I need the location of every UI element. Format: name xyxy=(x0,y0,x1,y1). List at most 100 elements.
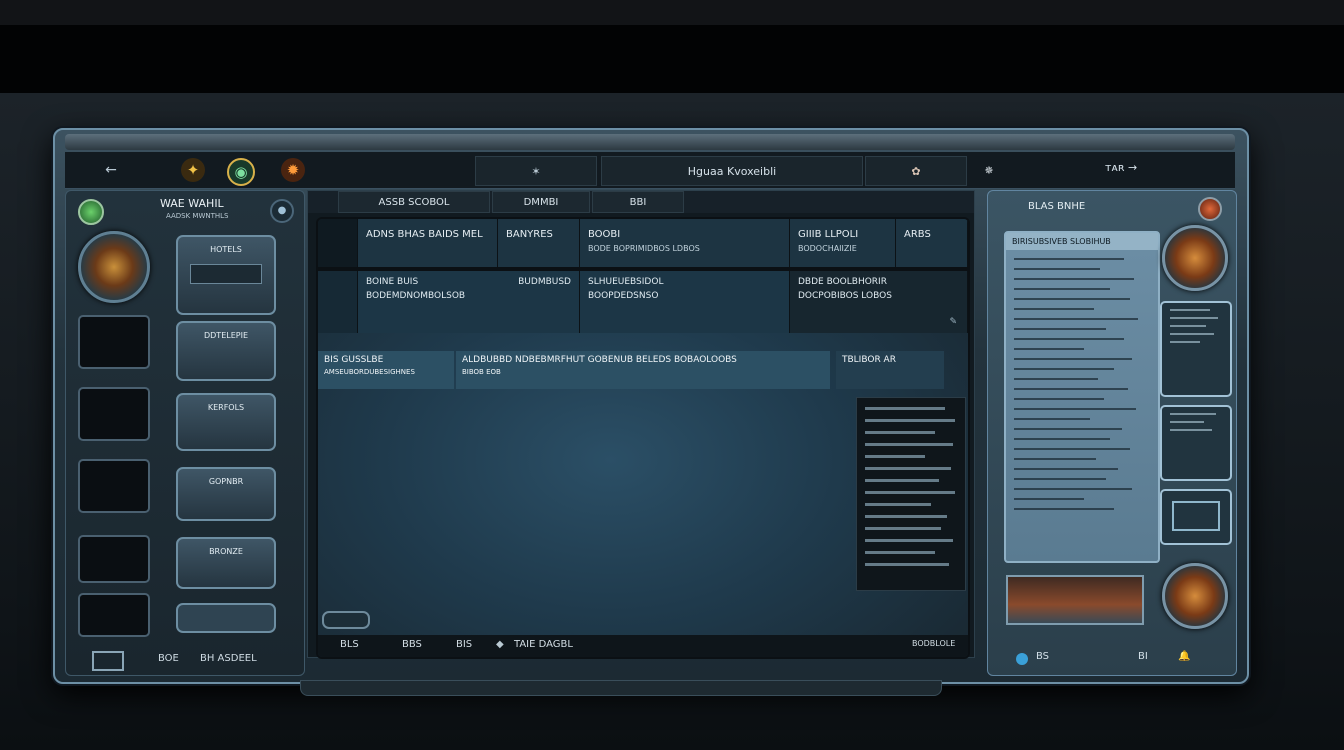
column-handle[interactable] xyxy=(318,219,358,267)
breadcrumb-label: BBI xyxy=(629,196,647,208)
text-line xyxy=(1014,458,1096,460)
left-panel-subtitle: AADSK MWNTHLS xyxy=(166,212,229,220)
text-line xyxy=(1170,333,1214,335)
menu-card[interactable]: GOPNBR xyxy=(176,467,276,521)
text-line xyxy=(1170,317,1218,319)
text-line xyxy=(1014,398,1104,400)
list-item[interactable]: BOINE BUIS BODEMDNOMBOLSOB BUDMBUSD xyxy=(358,271,580,333)
menu-card-label: HOTELS xyxy=(210,245,242,254)
menu-card[interactable]: BRONZE xyxy=(176,537,276,589)
mini-card[interactable] xyxy=(1160,301,1232,397)
footer-left-label[interactable]: BS xyxy=(1036,651,1049,662)
menu-card[interactable]: HOTELS xyxy=(176,235,276,315)
breadcrumb-item[interactable]: ASSB SCOBOL xyxy=(338,191,490,213)
footer-tab[interactable]: BIS xyxy=(456,639,472,650)
scene-preview-image xyxy=(1006,575,1144,625)
text-line xyxy=(865,419,955,422)
footer-right-label[interactable]: BI xyxy=(1138,651,1148,662)
column-title: ADNS BHAS BAIDS MEL xyxy=(366,229,483,240)
banner-segment[interactable]: BIS GUSSLBE AMSEUBORDUBESIGHNES xyxy=(318,351,454,389)
footer-left-label[interactable]: BOE xyxy=(158,653,179,664)
toolbar-segment-1[interactable]: ✶ xyxy=(475,156,597,186)
character-portrait-icon[interactable] xyxy=(78,231,150,303)
text-line xyxy=(1170,429,1212,431)
row-right: BUDMBUSD xyxy=(518,277,571,287)
mini-card[interactable] xyxy=(1160,489,1232,545)
text-line xyxy=(1014,288,1110,290)
text-line xyxy=(1014,338,1124,340)
main-view: ASSB SCOBOL DMMBI BBI ADNS BHAS BAIDS ME… xyxy=(307,190,975,659)
settings-orb-icon[interactable]: ● xyxy=(270,199,294,223)
footer-tab[interactable]: BLS xyxy=(340,639,359,650)
text-line xyxy=(1014,418,1090,420)
text-line xyxy=(1014,438,1110,440)
text-line xyxy=(865,515,947,518)
menu-card[interactable]: DDTELEPIE xyxy=(176,321,276,381)
bell-icon[interactable]: 🔔 xyxy=(1178,651,1190,662)
breadcrumb-item[interactable]: DMMBI xyxy=(492,191,590,213)
green-orb-icon[interactable] xyxy=(78,199,104,225)
column-header-row: ADNS BHAS BAIDS MEL BANYRES BOOBI BODE B… xyxy=(318,219,968,267)
creature-emblem-icon[interactable] xyxy=(1162,225,1228,291)
list-item[interactable]: SLHUEUEBSIDOL BOOPDEDSNSO xyxy=(580,271,790,333)
column-header[interactable]: GIIIB LLPOLI BODOCHAIIZIE xyxy=(790,219,896,267)
inventory-slot[interactable] xyxy=(78,459,150,513)
back-arrow-icon[interactable]: ← xyxy=(99,158,123,182)
text-line xyxy=(865,455,925,458)
mini-card[interactable] xyxy=(1160,405,1232,481)
text-line xyxy=(1014,358,1132,360)
menu-card[interactable]: KERFOLS xyxy=(176,393,276,451)
footer-right-label[interactable]: BH ASDEEL xyxy=(200,653,257,664)
toolbar-right-label[interactable]: ᴛᴀʀ → xyxy=(1105,161,1137,174)
eye-orb-icon[interactable]: ◉ xyxy=(227,158,255,186)
footer-tab[interactable]: TAIE DAGBL xyxy=(514,639,573,650)
inventory-slot[interactable] xyxy=(78,387,150,441)
banner-label: TBLIBOR AR xyxy=(842,355,896,365)
column-subtitle: BODOCHAIIZIE xyxy=(798,244,857,253)
menu-card-label: DDTELEPIE xyxy=(203,331,248,340)
black-band xyxy=(0,25,1344,93)
app-window: ← ✦ ◉ ✹ ✶ Hguaa Kvoxeibli ✿ ✵ ᴛᴀʀ → WAE … xyxy=(53,128,1249,684)
column-header[interactable]: ADNS BHAS BAIDS MEL xyxy=(358,219,498,267)
column-header[interactable]: BANYRES xyxy=(498,219,580,267)
flower-icon: ✿ xyxy=(911,164,921,178)
column-header[interactable]: ARBS xyxy=(896,219,968,267)
oval-button[interactable] xyxy=(322,611,370,629)
banner-segment[interactable]: TBLIBOR AR xyxy=(836,351,944,389)
breadcrumb-label: ASSB SCOBOL xyxy=(378,196,450,208)
list-item[interactable]: DBDE BOOLBHORIR DOCPOBIBOS LOBOS ✎ xyxy=(790,271,968,333)
row-title: DBDE BOOLBHORIR xyxy=(798,277,887,287)
toolbar-segment-2[interactable]: Hguaa Kvoxeibli xyxy=(601,156,863,186)
book-icon[interactable] xyxy=(92,651,124,671)
blue-dot-icon[interactable] xyxy=(1016,653,1028,665)
toolbar-center-label: Hguaa Kvoxeibli xyxy=(687,164,777,178)
inventory-slot[interactable] xyxy=(78,593,150,637)
column-header[interactable]: BOOBI BODE BOPRIMIDBOS LDBOS xyxy=(580,219,790,267)
left-panel: WAE WAHIL AADSK MWNTHLS ● HOTELS DDTELEP… xyxy=(65,190,305,676)
gold-crest-icon[interactable]: ✦ xyxy=(181,158,205,182)
text-line xyxy=(1170,413,1216,415)
toolbar-segment-4[interactable]: ✵ xyxy=(969,156,1009,184)
inventory-slot[interactable] xyxy=(78,535,150,583)
text-line xyxy=(1014,498,1084,500)
banner-segment[interactable]: ALDBUBBD NDBEBMRFHUT GOBENUB BELEDS BOBA… xyxy=(456,351,830,389)
breadcrumb-item[interactable]: BBI xyxy=(592,191,684,213)
toolbar-segment-3[interactable]: ✿ xyxy=(865,156,967,186)
stats-sheet: BIRISUBSIVEB SLOBIHUB xyxy=(1004,231,1160,563)
column-subtitle: BODE BOPRIMIDBOS LDBOS xyxy=(588,244,700,253)
pencil-icon[interactable]: ✎ xyxy=(949,317,957,327)
diamond-icon[interactable]: ◆ xyxy=(496,639,504,650)
text-line xyxy=(1170,325,1206,327)
row-title: SLHUEUEBSIDOL xyxy=(588,277,664,287)
column-title: BANYRES xyxy=(506,229,553,240)
row-handle[interactable] xyxy=(318,271,358,333)
fire-crest-icon[interactable]: ✹ xyxy=(281,158,305,182)
content-viewport: ADNS BHAS BAIDS MEL BANYRES BOOBI BODE B… xyxy=(316,217,970,659)
inventory-slot[interactable] xyxy=(78,315,150,369)
footer-tab[interactable]: BBS xyxy=(402,639,422,650)
text-line xyxy=(1014,448,1130,450)
dragon-emblem-icon[interactable] xyxy=(1162,563,1228,629)
alert-orb-icon[interactable] xyxy=(1198,197,1222,221)
text-line xyxy=(1014,488,1132,490)
menu-card-small[interactable] xyxy=(176,603,276,633)
